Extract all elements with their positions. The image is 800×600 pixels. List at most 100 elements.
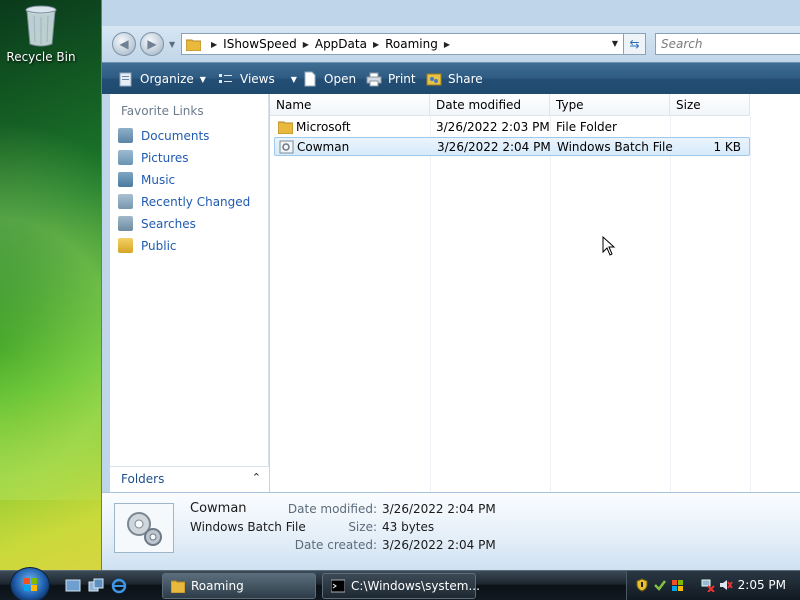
column-header-name[interactable]: Name: [270, 94, 430, 116]
file-thumbnail: [114, 503, 174, 553]
favorite-links-heading: Favorite Links: [121, 104, 204, 118]
views-button[interactable]: Views ▼: [218, 71, 297, 87]
batch-file-icon: [279, 140, 294, 154]
column-divider: [750, 116, 751, 492]
file-row-microsoft[interactable]: Microsoft 3/26/2022 2:03 PM File Folder: [274, 118, 750, 137]
file-row-cowman[interactable]: Cowman 3/26/2022 2:04 PM Windows Batch F…: [274, 137, 750, 156]
file-name: Cowman: [297, 140, 350, 154]
folders-label: Folders: [121, 472, 165, 486]
chevron-down-icon: ▼: [199, 74, 206, 84]
taskbar-button-roaming[interactable]: Roaming: [162, 573, 316, 599]
show-desktop-icon[interactable]: [65, 578, 81, 594]
details-size: 43 bytes: [382, 520, 435, 534]
file-type: Windows Batch File: [557, 140, 673, 154]
file-name: Microsoft: [296, 120, 351, 134]
open-label: Open: [324, 72, 357, 86]
recycle-bin-label: Recycle Bin: [6, 50, 76, 64]
nav-item-music[interactable]: Music: [118, 172, 175, 187]
explorer-window: ◀ ▶ ▼ ▶ IShowSpeed ▶ AppData ▶ Roaming ▶…: [101, 0, 800, 570]
searches-icon: [118, 216, 133, 231]
network-disconnected-icon[interactable]: [701, 578, 715, 592]
print-label: Print: [388, 72, 416, 86]
command-toolbar: Organize ▼ Views ▼ Open Print Share: [102, 62, 800, 94]
breadcrumb-separator-icon[interactable]: ▶: [303, 40, 309, 49]
nav-item-searches[interactable]: Searches: [118, 216, 196, 231]
start-button[interactable]: [10, 567, 50, 600]
navigation-pane: Favorite Links Documents Pictures Music …: [110, 94, 269, 492]
breadcrumb-separator-icon[interactable]: ▶: [444, 40, 450, 49]
system-tray: 2:05 PM: [626, 571, 800, 600]
public-folder-icon: [118, 238, 133, 253]
folder-icon: [186, 39, 201, 51]
open-button[interactable]: Open: [302, 71, 356, 87]
address-bar[interactable]: ▶ IShowSpeed ▶ AppData ▶ Roaming ▶ ▼: [181, 33, 624, 55]
column-header-type[interactable]: Type: [550, 94, 670, 116]
breadcrumb-appdata[interactable]: AppData: [315, 37, 367, 51]
taskbar-button-cmd[interactable]: C:\Windows\system...: [322, 573, 480, 599]
pictures-icon: [118, 150, 133, 165]
nav-item-documents[interactable]: Documents: [118, 128, 209, 143]
switch-windows-icon[interactable]: [88, 578, 104, 594]
breadcrumb-ishowspeed[interactable]: IShowSpeed: [223, 37, 297, 51]
refresh-icon: ⇆: [629, 37, 640, 51]
windows-update-icon[interactable]: [653, 578, 667, 592]
breadcrumb-roaming[interactable]: Roaming: [385, 37, 438, 51]
refresh-button[interactable]: ⇆: [624, 33, 646, 55]
details-date-created: 3/26/2022 2:04 PM: [382, 538, 496, 552]
folder-icon: [171, 580, 185, 593]
internet-explorer-icon[interactable]: [111, 578, 127, 594]
back-arrow-icon: ◀: [119, 37, 129, 51]
file-date: 3/26/2022 2:04 PM: [437, 140, 551, 154]
details-date-modified: 3/26/2022 2:04 PM: [382, 502, 496, 516]
nav-item-label: Documents: [141, 128, 210, 143]
back-button[interactable]: ◀: [112, 32, 136, 56]
folders-toggle[interactable]: Folders ⌃: [110, 466, 269, 492]
address-dropdown-icon[interactable]: ▼: [612, 39, 618, 48]
nav-item-pictures[interactable]: Pictures: [118, 150, 189, 165]
recently-changed-icon: [118, 194, 133, 209]
forward-arrow-icon: ▶: [147, 37, 157, 51]
organize-label: Organize: [140, 72, 194, 86]
share-button[interactable]: Share: [426, 71, 483, 87]
share-icon: [426, 73, 442, 86]
nav-item-label: Recently Changed: [141, 194, 251, 209]
search-input[interactable]: Search: [655, 33, 800, 55]
security-shield-icon[interactable]: [635, 578, 649, 592]
file-size: 1 KB: [713, 140, 741, 154]
command-prompt-icon: [331, 579, 345, 593]
organize-button[interactable]: Organize ▼: [118, 71, 206, 87]
print-button[interactable]: Print: [366, 71, 416, 87]
taskbar: Roaming C:\Windows\system... 2:05 PM: [0, 567, 800, 600]
folder-icon: [278, 121, 293, 134]
volume-muted-icon[interactable]: [719, 578, 733, 592]
views-label: Views: [240, 72, 275, 86]
recent-pages-chevron-icon[interactable]: ▼: [169, 40, 175, 49]
nav-item-label: Searches: [141, 216, 196, 231]
column-divider: [430, 116, 431, 492]
details-pane: Cowman Windows Batch File Date modified:…: [102, 492, 800, 570]
clock[interactable]: 2:05 PM: [738, 578, 786, 592]
breadcrumb-separator-icon[interactable]: ▶: [373, 40, 379, 49]
details-date-modified-label: Date modified:: [287, 502, 377, 516]
column-divider: [550, 116, 551, 492]
nav-item-label: Music: [141, 172, 176, 187]
nav-item-public[interactable]: Public: [118, 238, 177, 253]
file-list: Name Date modified Type Size Microsoft 3…: [270, 94, 800, 492]
column-header-size[interactable]: Size: [670, 94, 750, 116]
document-icon: [304, 71, 316, 87]
chevron-down-icon: ▼: [290, 74, 297, 84]
taskbar-button-label: Roaming: [191, 579, 244, 593]
taskbar-button-label: C:\Windows\system...: [351, 579, 480, 593]
nav-item-recently-changed[interactable]: Recently Changed: [118, 194, 250, 209]
nav-item-label: Public: [141, 238, 177, 253]
column-header-date-modified[interactable]: Date modified: [430, 94, 550, 116]
mouse-cursor-icon: [602, 236, 616, 256]
views-icon: [219, 74, 232, 83]
forward-button[interactable]: ▶: [140, 32, 164, 56]
recycle-bin[interactable]: Recycle Bin: [5, 2, 77, 64]
file-type: File Folder: [556, 120, 617, 134]
breadcrumb-separator-icon: ▶: [211, 39, 218, 49]
windows-flag-icon[interactable]: [671, 578, 685, 592]
file-date: 3/26/2022 2:03 PM: [436, 120, 550, 134]
column-divider: [670, 116, 671, 492]
